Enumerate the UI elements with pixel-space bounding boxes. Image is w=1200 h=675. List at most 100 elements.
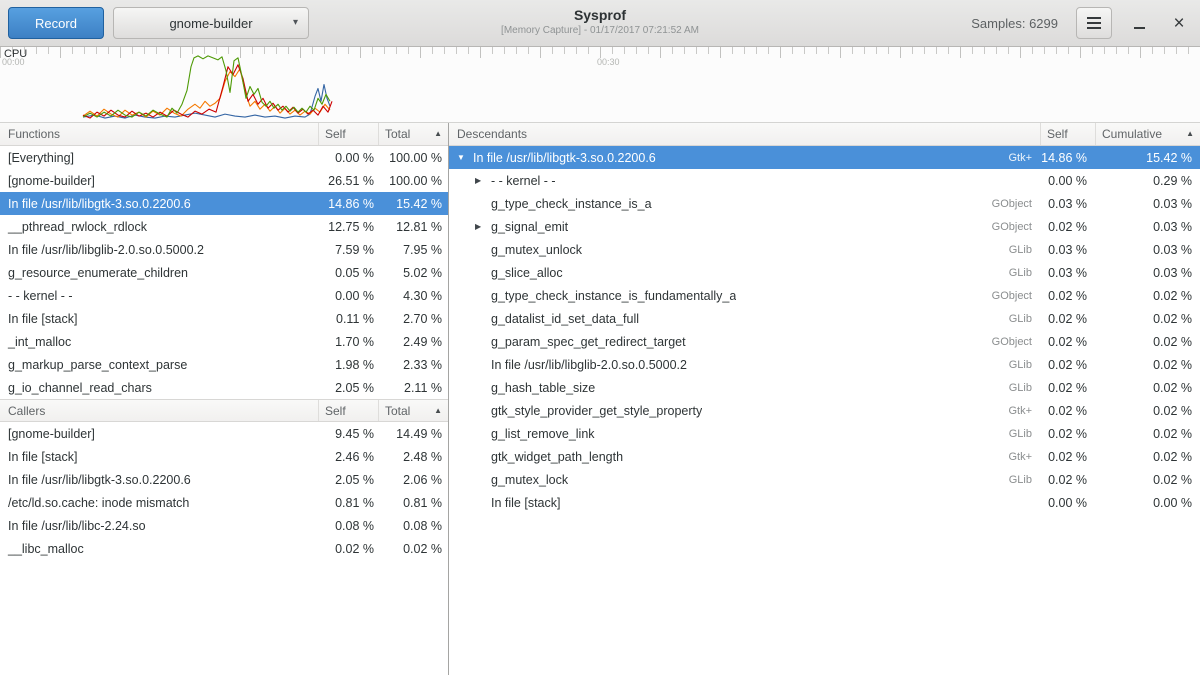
total-percent: 2.06 %	[378, 473, 448, 487]
library-tag: GLib	[1009, 474, 1032, 486]
hamburger-icon	[1087, 17, 1101, 29]
self-percent: 0.02 %	[1040, 450, 1095, 464]
cumulative-percent: 0.00 %	[1095, 496, 1200, 510]
table-row[interactable]: _int_malloc 1.70 % 2.49 %	[0, 330, 448, 353]
table-row[interactable]: In file /usr/lib/libgtk-3.so.0.2200.6 14…	[0, 192, 448, 215]
table-row[interactable]: g_io_channel_read_chars 2.05 % 2.11 %	[0, 376, 448, 399]
function-name: g_io_channel_read_chars	[0, 381, 318, 395]
table-row[interactable]: g_markup_parse_context_parse 1.98 % 2.33…	[0, 353, 448, 376]
library-tag: GLib	[1009, 382, 1032, 394]
descendant-row[interactable]: In file /usr/lib/libglib-2.0.so.0.5000.2…	[449, 353, 1200, 376]
total-percent: 7.95 %	[378, 243, 448, 257]
cumulative-percent: 0.03 %	[1095, 266, 1200, 280]
self-percent: 9.45 %	[318, 427, 378, 441]
table-row[interactable]: In file /usr/lib/libglib-2.0.so.0.5000.2…	[0, 238, 448, 261]
function-name: g_list_remove_link	[491, 427, 595, 441]
descendant-row[interactable]: g_type_check_instance_is_fundamentally_a…	[449, 284, 1200, 307]
expander-icon[interactable]: ▶	[475, 222, 491, 231]
self-column-header[interactable]: Self	[1040, 123, 1095, 145]
library-tag: Gtk+	[1008, 405, 1032, 417]
descendant-row[interactable]: g_list_remove_link GLib 0.02 % 0.02 %	[449, 422, 1200, 445]
menu-button[interactable]	[1076, 7, 1112, 39]
time-label-start: 00:00	[2, 57, 25, 67]
descendant-row[interactable]: gtk_style_provider_get_style_property Gt…	[449, 399, 1200, 422]
table-row[interactable]: [gnome-builder] 26.51 % 100.00 %	[0, 169, 448, 192]
expander-icon[interactable]: ▼	[457, 153, 473, 162]
table-row[interactable]: __libc_malloc 0.02 % 0.02 %	[0, 537, 448, 560]
function-name: [gnome-builder]	[0, 427, 318, 441]
total-column-header[interactable]: Total ▲	[378, 400, 448, 421]
record-button[interactable]: Record	[8, 7, 104, 39]
function-name: In file /usr/lib/libglib-2.0.so.0.5000.2	[0, 243, 318, 257]
time-label-mid: 00:30	[597, 57, 620, 67]
table-row[interactable]: /etc/ld.so.cache: inode mismatch 0.81 % …	[0, 491, 448, 514]
descendant-row[interactable]: g_slice_alloc GLib 0.03 % 0.03 %	[449, 261, 1200, 284]
cumulative-column-label: Cumulative	[1102, 127, 1162, 141]
total-percent: 0.81 %	[378, 496, 448, 510]
descendant-row[interactable]: g_hash_table_size GLib 0.02 % 0.02 %	[449, 376, 1200, 399]
self-percent: 0.02 %	[1040, 358, 1095, 372]
table-row[interactable]: In file [stack] 2.46 % 2.48 %	[0, 445, 448, 468]
functions-column-header[interactable]: Functions	[0, 123, 318, 145]
descendant-row[interactable]: ▶ g_signal_emit GObject 0.02 % 0.03 %	[449, 215, 1200, 238]
sort-ascending-icon: ▲	[434, 123, 442, 145]
descendant-row[interactable]: g_mutex_lock GLib 0.02 % 0.02 %	[449, 468, 1200, 491]
chevron-down-icon: ▾	[293, 17, 298, 28]
self-percent: 0.11 %	[318, 312, 378, 326]
descendant-row[interactable]: g_datalist_id_set_data_full GLib 0.02 % …	[449, 307, 1200, 330]
total-percent: 2.48 %	[378, 450, 448, 464]
descendant-row[interactable]: g_type_check_instance_is_a GObject 0.03 …	[449, 192, 1200, 215]
library-tag: Gtk+	[1008, 152, 1032, 164]
cumulative-percent: 0.02 %	[1095, 473, 1200, 487]
descendant-row[interactable]: ▶ - - kernel - - 0.00 % 0.29 %	[449, 169, 1200, 192]
table-row[interactable]: In file [stack] 0.11 % 2.70 %	[0, 307, 448, 330]
total-percent: 2.33 %	[378, 358, 448, 372]
cumulative-column-header[interactable]: Cumulative ▲	[1095, 123, 1200, 145]
table-row[interactable]: - - kernel - - 0.00 % 4.30 %	[0, 284, 448, 307]
cpu-graph[interactable]: CPU 00:00 00:30	[0, 47, 1200, 123]
callers-column-header[interactable]: Callers	[0, 400, 318, 421]
minimize-button[interactable]	[1126, 10, 1152, 36]
total-percent: 100.00 %	[378, 174, 448, 188]
table-row[interactable]: g_resource_enumerate_children 0.05 % 5.0…	[0, 261, 448, 284]
library-tag: GObject	[992, 221, 1032, 233]
cumulative-percent: 0.02 %	[1095, 358, 1200, 372]
function-name: g_markup_parse_context_parse	[0, 358, 318, 372]
total-percent: 4.30 %	[378, 289, 448, 303]
self-percent: 1.70 %	[318, 335, 378, 349]
descendants-column-header[interactable]: Descendants	[449, 123, 1040, 145]
library-tag: GLib	[1009, 313, 1032, 325]
descendant-row[interactable]: g_param_spec_get_redirect_target GObject…	[449, 330, 1200, 353]
self-column-header[interactable]: Self	[318, 123, 378, 145]
expander-icon[interactable]: ▶	[475, 176, 491, 185]
function-name: __libc_malloc	[0, 542, 318, 556]
table-row[interactable]: [gnome-builder] 9.45 % 14.49 %	[0, 422, 448, 445]
table-row[interactable]: [Everything] 0.00 % 100.00 %	[0, 146, 448, 169]
descendant-row[interactable]: g_mutex_unlock GLib 0.03 % 0.03 %	[449, 238, 1200, 261]
descendant-row[interactable]: In file [stack] 0.00 % 0.00 %	[449, 491, 1200, 514]
self-column-header[interactable]: Self	[318, 400, 378, 421]
function-name: /etc/ld.so.cache: inode mismatch	[0, 496, 318, 510]
cumulative-percent: 0.02 %	[1095, 404, 1200, 418]
descendant-row[interactable]: ▼ In file /usr/lib/libgtk-3.so.0.2200.6 …	[449, 146, 1200, 169]
library-tag: GObject	[992, 336, 1032, 348]
self-percent: 0.00 %	[1040, 174, 1095, 188]
function-name: gtk_style_provider_get_style_property	[491, 404, 702, 418]
table-row[interactable]: In file /usr/lib/libc-2.24.so 0.08 % 0.0…	[0, 514, 448, 537]
self-percent: 0.02 %	[1040, 473, 1095, 487]
self-percent: 2.05 %	[318, 473, 378, 487]
table-row[interactable]: __pthread_rwlock_rdlock 12.75 % 12.81 %	[0, 215, 448, 238]
self-percent: 0.02 %	[1040, 220, 1095, 234]
process-selector-dropdown[interactable]: gnome-builder ▾	[113, 7, 309, 39]
total-column-header[interactable]: Total ▲	[378, 123, 448, 145]
table-row[interactable]: In file /usr/lib/libgtk-3.so.0.2200.6 2.…	[0, 468, 448, 491]
sort-ascending-icon: ▲	[1186, 123, 1194, 145]
self-percent: 0.00 %	[318, 151, 378, 165]
descendant-row[interactable]: gtk_widget_path_length Gtk+ 0.02 % 0.02 …	[449, 445, 1200, 468]
self-percent: 0.02 %	[1040, 404, 1095, 418]
function-name: - - kernel - -	[0, 289, 318, 303]
total-percent: 2.70 %	[378, 312, 448, 326]
cumulative-percent: 0.02 %	[1095, 312, 1200, 326]
self-percent: 0.02 %	[1040, 312, 1095, 326]
close-button[interactable]: ×	[1166, 10, 1192, 36]
